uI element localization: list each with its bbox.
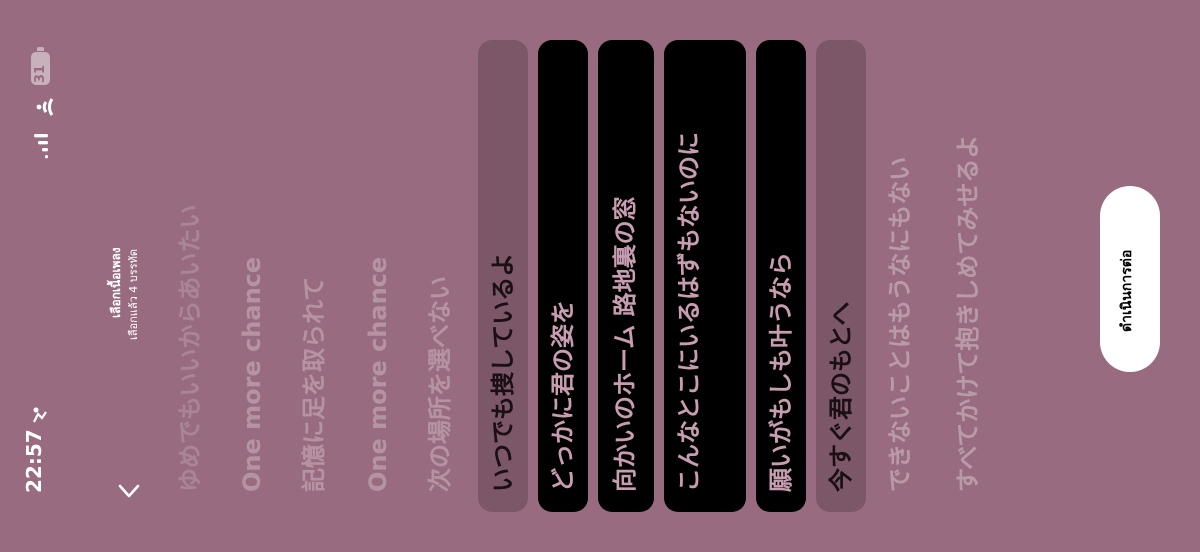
continue-label: ดำเนินการต่อ (1118, 249, 1134, 332)
lyric-card-selected[interactable]: 願いがもしも叶うなら (756, 40, 806, 512)
lyric-line: 向かいのホーム 路地裏の窓 (611, 196, 639, 492)
lyric-line: こんなとこにいるはずもないのに (675, 132, 703, 492)
battery-icon: 31 (31, 52, 50, 85)
person-activity-icon (30, 404, 50, 424)
lyric-line: 今すぐ君のもとへ (827, 301, 855, 492)
battery-cap-icon (37, 47, 44, 51)
lyric-line-faded[interactable]: One more chance (238, 257, 266, 492)
lyric-card-selected[interactable]: こんなとこにいるはずもないのに (664, 40, 746, 512)
header-subtitle: เลือกแล้ว 4 บรรทัด (127, 249, 140, 340)
lyric-line-faded[interactable]: 記憶に足を取られて (300, 277, 328, 492)
lyric-line: 願いがもしも叶うなら (767, 252, 795, 492)
lyric-line-faded[interactable]: すべてかけて抱きしめてみせるよ (954, 52, 983, 492)
continue-button[interactable]: ดำเนินการต่อ (1100, 186, 1160, 372)
battery-level: 31 (33, 64, 48, 83)
lyric-line-faded[interactable]: One more chance (364, 257, 392, 492)
chevron-back-icon[interactable] (116, 478, 142, 504)
lyric-card-selected[interactable]: 向かいのホーム 路地裏の窓 (598, 40, 654, 512)
header-title: เลือกเนื้อเพลง (109, 247, 123, 318)
lyric-card-unselected[interactable]: 今すぐ君のもとへ (816, 40, 866, 512)
lyric-line: どっかに君の姿を (549, 300, 577, 492)
lyric-line-faded[interactable]: 次の場所を選べない (426, 276, 454, 492)
lyric-line-faded[interactable]: ゆめでもいいからあいたい (176, 204, 204, 492)
lyric-line: いつでも捜しているよ (489, 252, 517, 492)
lyric-line-faded[interactable]: できないことはもうなにもない (886, 157, 914, 492)
lyric-card-unselected[interactable]: いつでも捜しているよ (478, 40, 528, 512)
status-time: 22:57 (22, 429, 46, 493)
lyric-card-selected[interactable]: どっかに君の姿を (538, 40, 588, 512)
wifi-icon (30, 96, 54, 118)
cellular-signal-icon (32, 134, 50, 160)
